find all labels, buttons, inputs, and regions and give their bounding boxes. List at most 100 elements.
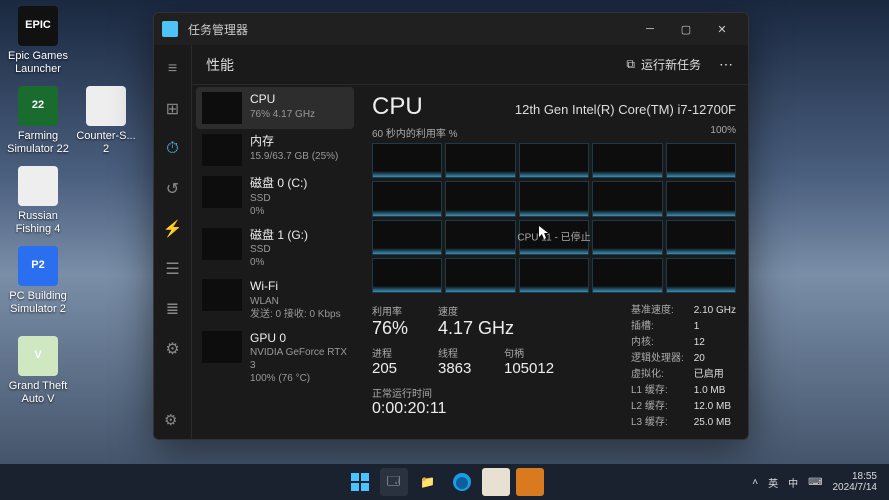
thr-value: 3863 [438,360,486,377]
desktop-icon[interactable]: EPICEpic Games Launcher [6,6,70,76]
processes-icon[interactable]: ⊞ [163,99,183,119]
util-label: 利用率 [372,303,420,318]
cpu-core-cell[interactable] [666,220,736,255]
spec-value: 20 [694,351,736,367]
settings-icon[interactable]: ⚙ [164,411,177,429]
cpu-detail-panel: CPU 12th Gen Intel(R) Core(TM) i7-12700F… [358,85,748,439]
cpu-core-cell[interactable] [666,181,736,216]
cpu-core-cell[interactable] [666,258,736,293]
cpu-core-cell[interactable] [372,220,442,255]
services-icon[interactable]: ⚙ [163,339,183,359]
run-new-task-label: 运行新任务 [641,56,701,73]
cpu-core-cell[interactable] [592,181,662,216]
spec-key: 逻辑处理器: [631,351,684,367]
spec-value: 2.10 GHz [694,303,736,319]
window-title: 任务管理器 [188,21,632,38]
tray-lang-1[interactable]: 英 [768,475,778,490]
history-icon[interactable]: ↺ [163,179,183,199]
spec-key: L3 缓存: [631,415,684,431]
chart-label-left: 60 秒内的利用率 % [372,125,458,140]
hnd-label: 句柄 [504,345,554,360]
details-icon[interactable]: ≣ [163,299,183,319]
resource-item[interactable]: 磁盘 0 (C:)SSD0% [196,171,354,223]
edge-icon[interactable] [448,468,476,496]
maximize-button[interactable]: ▢ [668,13,704,45]
spec-value: 12.0 MB [694,399,736,415]
resource-thumb [202,176,242,208]
spec-value: 1.0 MB [694,383,736,399]
new-task-icon: ⧉ [626,57,635,72]
desktop-icon[interactable]: VGrand Theft Auto V [6,336,70,406]
minimize-button[interactable]: ─ [632,13,668,45]
spec-key: L1 缓存: [631,383,684,399]
cpu-core-cell[interactable] [519,220,589,255]
cpu-core-cell[interactable] [445,143,515,178]
explorer-icon[interactable]: 📁 [414,468,442,496]
resource-item[interactable]: CPU76% 4.17 GHz [196,87,354,129]
cpu-cores-grid[interactable]: CPU 11 - 已停止 [372,143,736,293]
chart-label-right: 100% [710,125,736,140]
speed-value: 4.17 GHz [438,318,514,339]
resource-thumb [202,331,242,363]
toolbar: 性能 ⧉ 运行新任务 ⋯ [192,45,748,85]
hamburger-icon[interactable]: ≡ [163,59,183,79]
startup-icon[interactable]: ⚡ [163,219,183,239]
cpu-core-cell[interactable] [519,181,589,216]
spec-value: 12 [694,335,736,351]
cpu-core-cell[interactable] [372,258,442,293]
resource-thumb [202,279,242,311]
nav-rail: ≡ ⊞ ⏱ ↺ ⚡ ☰ ≣ ⚙ [154,45,192,439]
cpu-core-cell[interactable] [666,143,736,178]
cpu-core-cell[interactable] [372,143,442,178]
more-options-button[interactable]: ⋯ [719,56,734,73]
proc-value: 205 [372,360,420,377]
app-icon-2[interactable] [516,468,544,496]
app-icon [162,21,178,37]
desktop-icon[interactable]: 22Farming Simulator 22 [6,86,70,156]
app-icon-1[interactable] [482,468,510,496]
cpu-core-cell[interactable] [519,258,589,293]
resource-thumb [202,92,242,124]
tray-lang-2[interactable]: 中 [788,475,798,490]
resource-thumb [202,134,242,166]
cpu-core-cell[interactable] [592,143,662,178]
users-icon[interactable]: ☰ [163,259,183,279]
cpu-core-cell[interactable] [445,220,515,255]
cpu-core-cell[interactable] [519,143,589,178]
clock-time: 18:55 [833,471,878,483]
spec-key: 基准速度: [631,303,684,319]
taskbar[interactable]: 🗔 📁 ˄ 英 中 ⌨ 18:55 2024/7/14 [0,464,889,500]
desktop-icon[interactable]: Russian Fishing 4 [6,166,70,236]
chevron-up-icon[interactable]: ˄ [752,477,758,488]
spec-value: 已启用 [694,367,736,383]
cpu-core-cell[interactable] [445,181,515,216]
desktop-icon[interactable]: Counter-S... 2 [74,86,138,156]
cpu-core-cell[interactable] [445,258,515,293]
cpu-core-cell[interactable] [372,181,442,216]
resource-item[interactable]: 磁盘 1 (G:)SSD0% [196,223,354,275]
ime-icon[interactable]: ⌨ [808,477,822,488]
cpu-core-cell[interactable] [592,258,662,293]
detail-title: CPU [372,93,423,121]
spec-key: 虚拟化: [631,367,684,383]
clock[interactable]: 18:55 2024/7/14 [833,471,878,494]
proc-label: 进程 [372,345,420,360]
desktop-icon[interactable]: P2PC Building Simulator 2 [6,246,70,316]
hnd-value: 105012 [504,360,554,377]
spec-value: 25.0 MB [694,415,736,431]
resource-item[interactable]: GPU 0NVIDIA GeForce RTX 3100% (76 °C) [196,326,354,391]
spec-key: L2 缓存: [631,399,684,415]
spec-value: 1 [694,319,736,335]
start-button[interactable] [346,468,374,496]
close-button[interactable]: ✕ [704,13,740,45]
run-new-task-button[interactable]: ⧉ 运行新任务 [618,52,709,77]
resource-list: CPU76% 4.17 GHz内存15.9/63.7 GB (25%)磁盘 0 … [192,85,358,439]
task-manager-window: 任务管理器 ─ ▢ ✕ ≡ ⊞ ⏱ ↺ ⚡ ☰ ≣ ⚙ 性能 ⧉ 运行新任务 ⋯ [153,12,749,440]
cpu-core-cell[interactable] [592,220,662,255]
performance-icon[interactable]: ⏱ [163,139,183,159]
resource-item[interactable]: Wi-FiWLAN发送: 0 接收: 0 Kbps [196,274,354,326]
resource-item[interactable]: 内存15.9/63.7 GB (25%) [196,129,354,171]
task-view-icon[interactable]: 🗔 [380,468,408,496]
system-tray[interactable]: ˄ 英 中 ⌨ 18:55 2024/7/14 [752,471,889,494]
titlebar[interactable]: 任务管理器 ─ ▢ ✕ [154,13,748,45]
